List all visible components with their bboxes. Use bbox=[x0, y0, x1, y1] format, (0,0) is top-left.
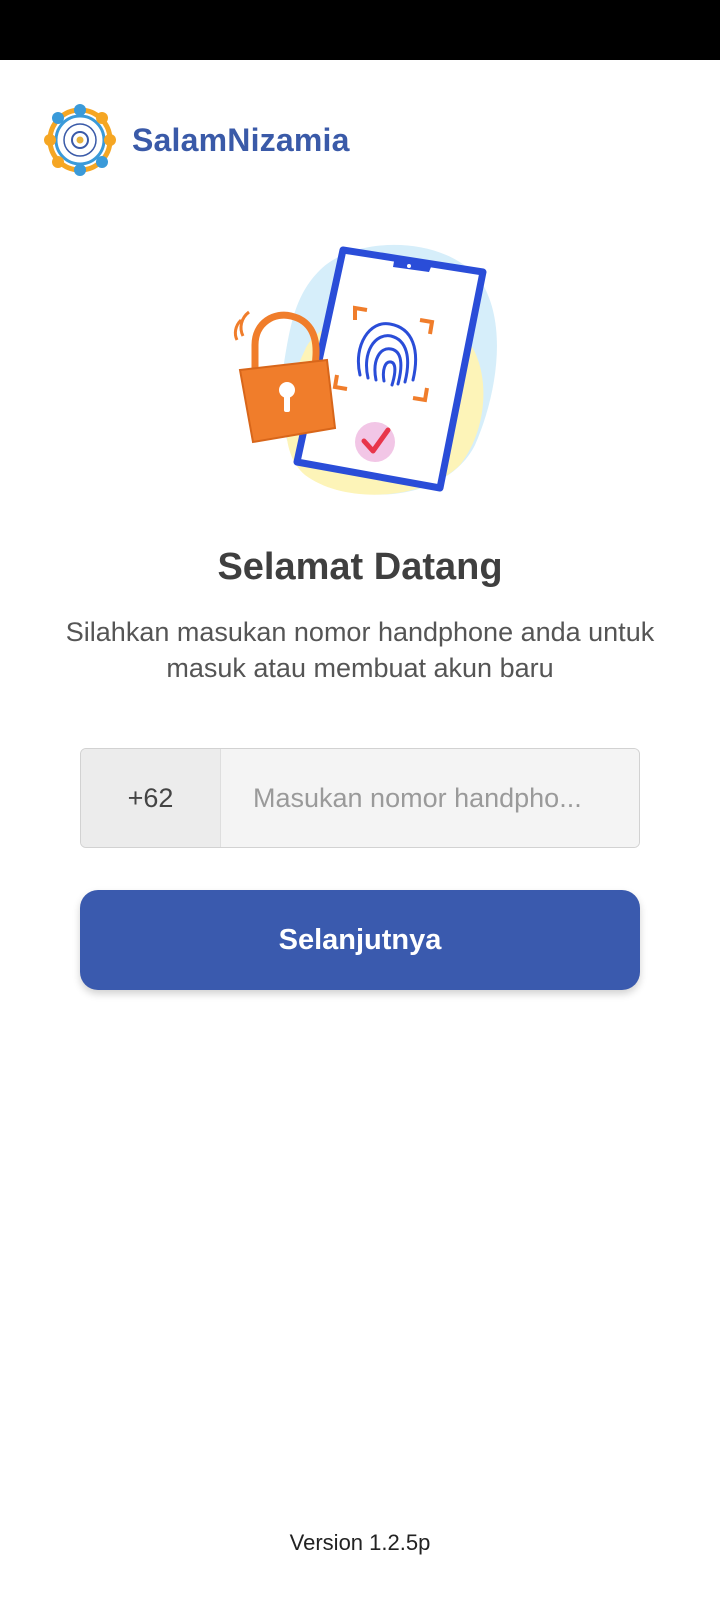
app-header: SalamNizamia bbox=[40, 100, 350, 180]
country-code-prefix[interactable]: +62 bbox=[81, 749, 221, 847]
welcome-subtitle: Silahkan masukan nomor handphone anda un… bbox=[65, 617, 655, 683]
next-button[interactable]: Selanjutnya bbox=[80, 890, 640, 990]
security-illustration bbox=[233, 244, 497, 495]
salamnizamia-logo-icon bbox=[40, 100, 120, 180]
status-bar bbox=[0, 0, 720, 60]
phone-number-field: +62 bbox=[80, 748, 640, 848]
app-version: Version 1.2.5p bbox=[289, 1530, 431, 1555]
phone-number-input[interactable] bbox=[221, 749, 639, 847]
welcome-title: Selamat Datang bbox=[217, 546, 503, 588]
login-screen: SalamNizamia Selamat Datang Silahkan mas… bbox=[0, 0, 720, 1600]
app-name: SalamNizamia bbox=[132, 121, 350, 158]
